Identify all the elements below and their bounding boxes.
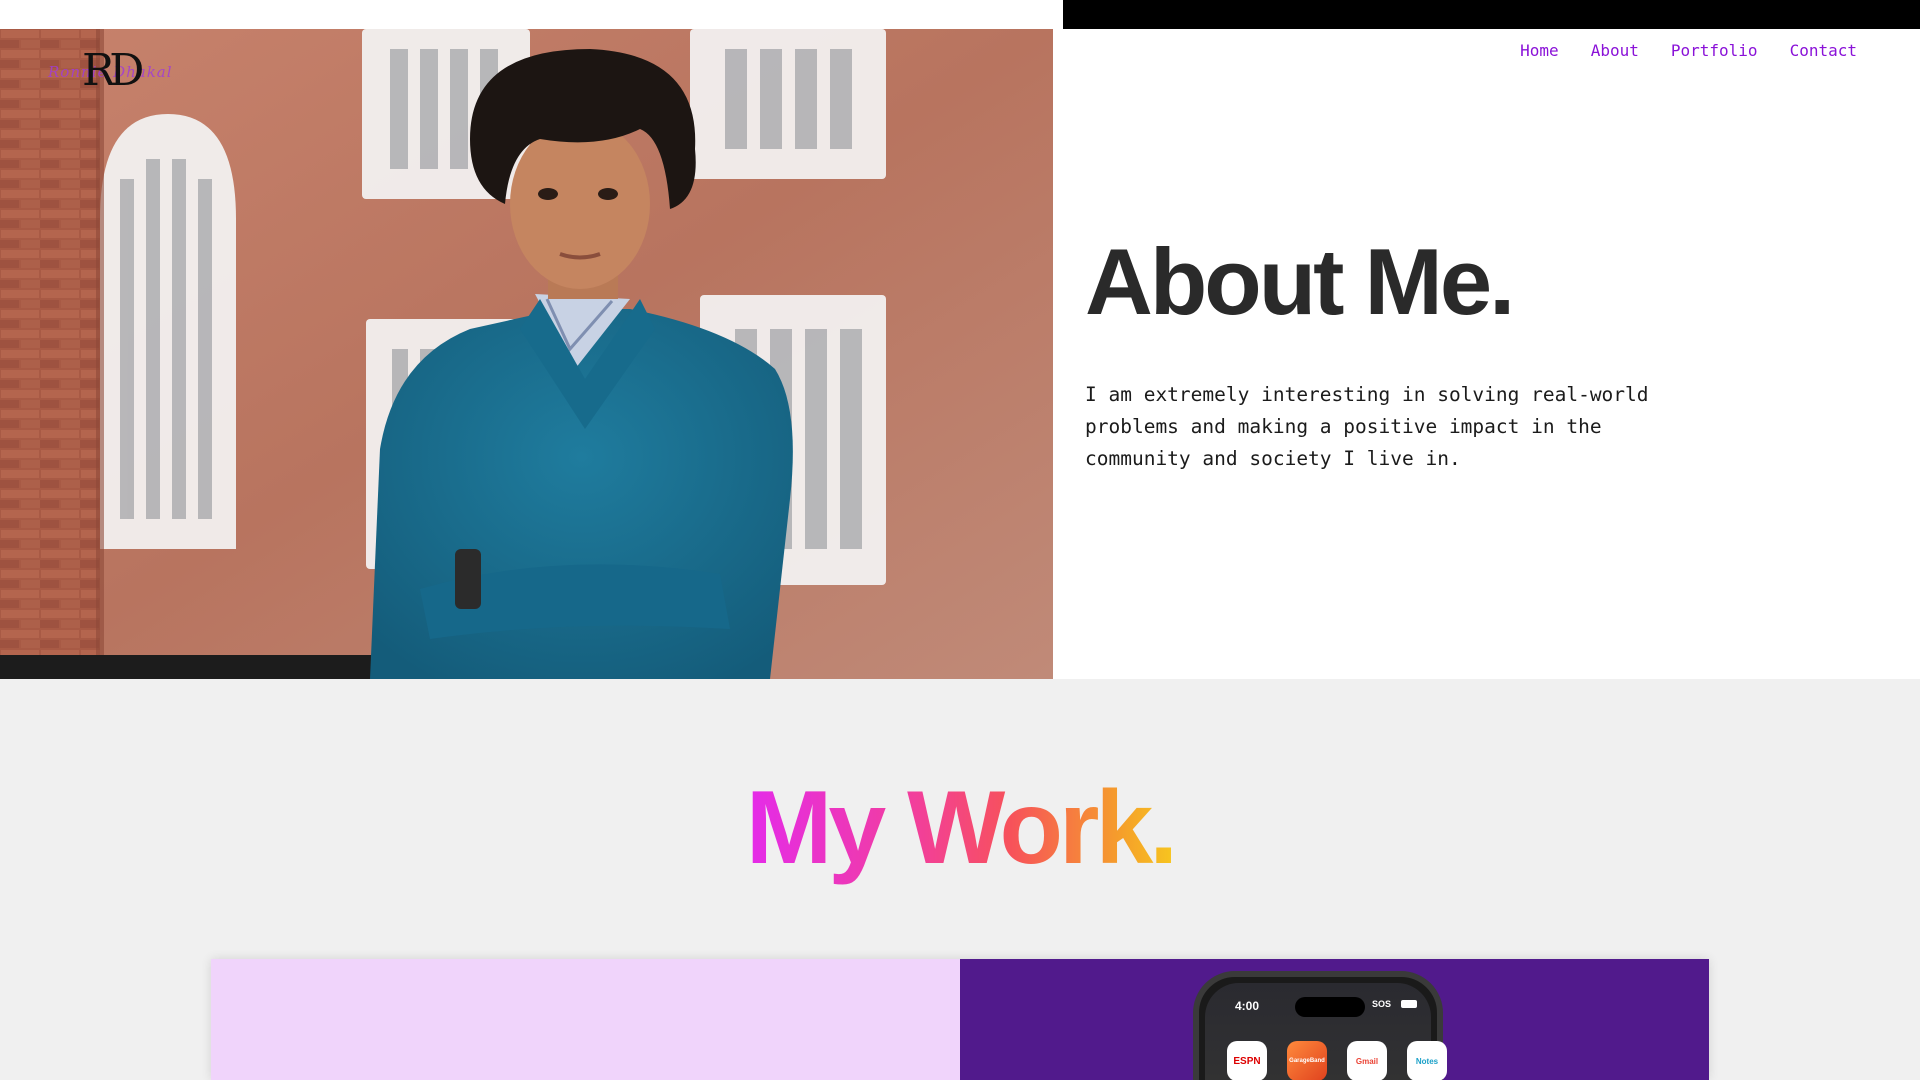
battery-icon <box>1401 1000 1417 1008</box>
garageband-app-icon: GarageBand <box>1287 1041 1327 1080</box>
app-row: ESPN GarageBand Gmail Notes <box>1227 1041 1447 1080</box>
phone-mockup: 4:00 SOS ESPN GarageBand Gmail Notes <box>1193 971 1447 1080</box>
top-black-strip <box>1063 0 1920 29</box>
portrait-photo: Ronnie Dhakal RD <box>0 29 1053 679</box>
project-card-preview: 4:00 SOS ESPN GarageBand Gmail Notes <box>960 959 1709 1080</box>
about-panel: Home About Portfolio Contact About Me. I… <box>1053 29 1920 679</box>
project-card[interactable]: 4:00 SOS ESPN GarageBand Gmail Notes <box>211 959 1709 1080</box>
nav-home-link[interactable]: Home <box>1520 35 1559 67</box>
my-work-title: My Work. <box>0 773 1920 883</box>
phone-sos-status: SOS <box>1371 999 1391 1009</box>
espn-app-icon: ESPN <box>1227 1041 1267 1080</box>
dynamic-island <box>1295 997 1365 1017</box>
about-title: About Me. <box>1085 229 1515 334</box>
logo-mark: RD <box>82 45 144 96</box>
top-white-strip <box>0 0 1063 29</box>
notes-app-icon: Notes <box>1407 1041 1447 1080</box>
gmail-app-icon: Gmail <box>1347 1041 1387 1080</box>
phone-screen: 4:00 SOS ESPN GarageBand Gmail Notes <box>1205 983 1447 1080</box>
project-card-info <box>211 959 960 1080</box>
nav-contact-link[interactable]: Contact <box>1790 35 1857 67</box>
about-description: I am extremely interesting in solving re… <box>1085 383 1649 470</box>
my-work-title-text: My Work. <box>745 770 1178 886</box>
nav-portfolio-link[interactable]: Portfolio <box>1671 35 1758 67</box>
main-nav: Home About Portfolio Contact <box>1520 35 1857 67</box>
logo[interactable]: Ronnie Dhakal RD <box>48 47 178 95</box>
nav-about-link[interactable]: About <box>1591 35 1639 67</box>
phone-time: 4:00 <box>1235 999 1260 1013</box>
